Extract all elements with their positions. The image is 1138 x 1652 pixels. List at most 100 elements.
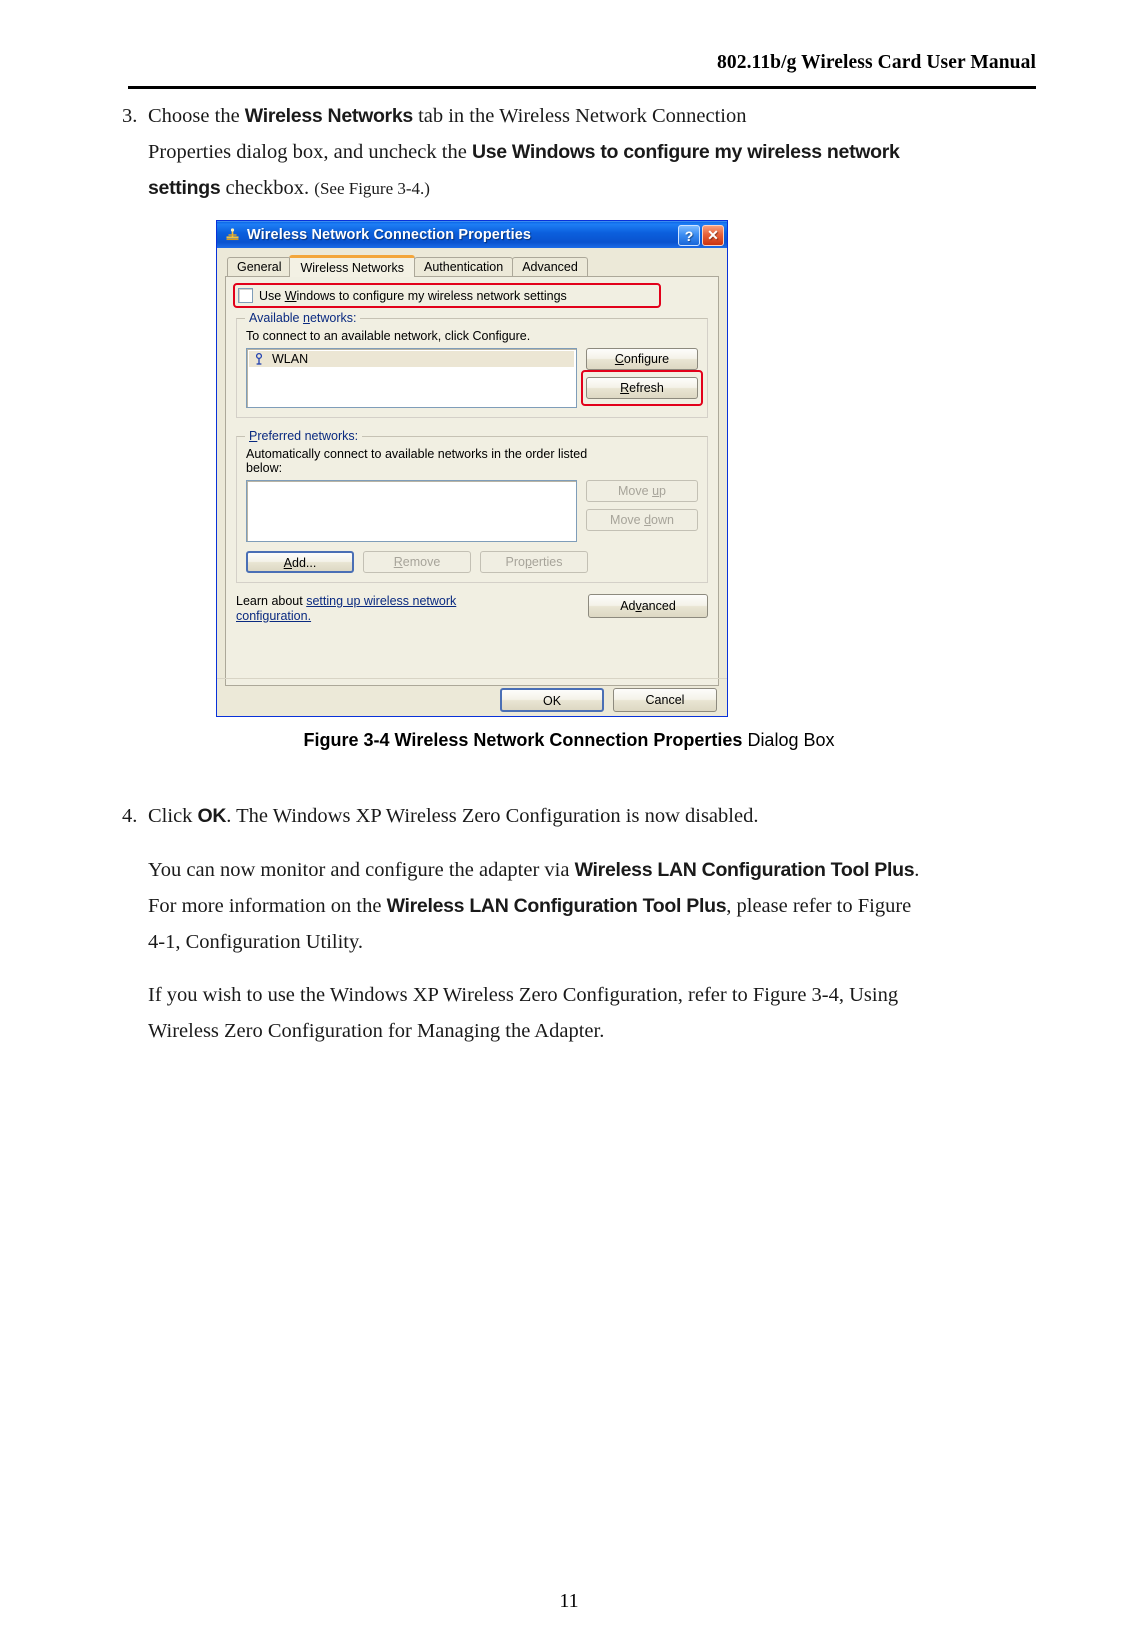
move-down-accel: d [644, 513, 652, 527]
advanced-button[interactable]: Advanced [588, 594, 708, 618]
step-4-text-b: . The Windows XP Wireless Zero Configura… [226, 805, 759, 827]
list-item[interactable]: WLAN [249, 351, 574, 367]
step-4-paragraph: 4. Click OK. The Windows XP Wireless Zero… [122, 798, 1042, 834]
move-down-label-pre: Move [610, 513, 645, 527]
preferred-networks-title: Preferred networks: [245, 429, 363, 443]
available-networks-title-pre: Available [249, 311, 303, 325]
step-4-number: 4. [122, 805, 138, 827]
move-up-label-pre: Move [618, 484, 653, 498]
available-networks-row: WLAN Configure Refresh [246, 348, 703, 408]
network-connection-icon [224, 227, 241, 244]
use-windows-checkbox[interactable] [238, 288, 253, 303]
figure-caption-bold: Figure 3-4 Wireless Network Connection P… [303, 730, 743, 750]
preferred-networks-group: Preferred networks: Automatically connec… [236, 429, 708, 583]
available-networks-buttons: Configure Refresh [581, 348, 703, 406]
step-3-emphasis-use-windows: Use Windows to configure my wireless net… [471, 141, 900, 163]
setting-up-wireless-network-link-line2[interactable]: configuration. [236, 609, 311, 623]
move-up-button[interactable]: Move up [586, 480, 698, 502]
configure-button[interactable]: Configure [586, 348, 698, 370]
step-4-text-a: Click [148, 805, 198, 827]
preferred-networks-side-buttons: Move up Move down [586, 480, 698, 531]
available-networks-title: Available networks: [245, 311, 361, 325]
move-down-button[interactable]: Move down [586, 509, 698, 531]
figure-caption: Figure 3-4 Wireless Network Connection P… [0, 730, 1138, 751]
available-networks-description: To connect to an available network, clic… [246, 329, 531, 343]
step-4-p1-l1-b: . [914, 859, 920, 881]
step-4-p2-line-1: If you wish to use the Windows XP Wirele… [148, 984, 899, 1006]
available-networks-title-post: etworks: [309, 311, 357, 325]
available-network-name: WLAN [272, 352, 309, 366]
step-3-text-b: tab in the Wireless Network Connection [412, 105, 747, 127]
setting-up-wireless-network-link[interactable]: setting up wireless network [306, 594, 456, 608]
dialog-titlebar: Wireless Network Connection Properties ?… [217, 221, 727, 248]
refresh-button-label: efresh [629, 381, 664, 395]
close-icon[interactable]: ✕ [702, 225, 724, 246]
move-up-label-post: p [659, 484, 666, 498]
step-3-text-a: Choose the [148, 105, 245, 127]
page-header-title: 802.11b/g Wireless Card User Manual [717, 52, 1036, 73]
move-up-accel: u [652, 484, 660, 498]
use-windows-checkbox-label: Use Windows to configure my wireless net… [259, 289, 567, 303]
add-button[interactable]: Add... [246, 551, 354, 573]
tab-general[interactable]: General [227, 257, 292, 276]
properties-button[interactable]: Properties [480, 551, 588, 573]
step-4-p1-l2-b: , please refer to Figure [726, 895, 912, 917]
remove-button-label: emove [402, 555, 441, 569]
step-4-p1-line-2: For more information on the Wireless LAN… [148, 888, 1068, 924]
properties-button-accel: p [524, 555, 532, 569]
preferred-networks-description-line-2: below: [246, 461, 283, 475]
tab-panel-wireless-networks: Use Windows to configure my wireless net… [225, 276, 719, 686]
use-windows-label-accel: W [284, 288, 297, 303]
dialog-footer: OK Cancel [217, 678, 727, 712]
wireless-network-connection-properties-dialog: Wireless Network Connection Properties ?… [216, 220, 728, 717]
step-4-p1-l1-a: You can now monitor and configure the ad… [148, 859, 575, 881]
step-4-p1-line-1: You can now monitor and configure the ad… [148, 852, 1068, 888]
dialog-body: General Wireless Networks Authentication… [217, 248, 727, 716]
preferred-networks-title-post: referred networks: [257, 429, 359, 443]
ok-button[interactable]: OK [500, 688, 604, 712]
step-3-line-2: Properties dialog box, and uncheck the U… [122, 134, 1042, 170]
configure-button-label: onfigure [623, 352, 670, 366]
use-windows-checkbox-row[interactable]: Use Windows to configure my wireless net… [238, 288, 708, 303]
available-networks-title-accel: n [302, 311, 310, 325]
page-number: 11 [559, 1590, 579, 1612]
preferred-networks-listbox[interactable] [246, 480, 577, 542]
move-down-label-post: own [651, 513, 674, 527]
step-4-line-1: 4. Click OK. The Windows XP Wireless Zero… [122, 798, 1042, 834]
preferred-networks-description: Automatically connect to available netwo… [246, 447, 698, 475]
available-networks-listbox[interactable]: WLAN [246, 348, 577, 408]
step-4-emphasis-tool-plus-1: Wireless LAN Configuration Tool Plus [574, 859, 915, 881]
refresh-button[interactable]: Refresh [586, 377, 698, 399]
configure-button-accel: C [614, 352, 624, 366]
tab-advanced[interactable]: Advanced [512, 257, 588, 276]
tab-strip: General Wireless Networks Authentication… [227, 254, 719, 277]
advanced-button-pre: Ad [620, 599, 636, 613]
step-4-p1-l2-a: For more information on the [148, 895, 387, 917]
tab-wireless-networks[interactable]: Wireless Networks [289, 255, 415, 277]
add-button-accel: A [283, 556, 292, 570]
preferred-networks-row: Move up Move down [246, 480, 698, 542]
figure-caption-rest: Dialog Box [742, 730, 835, 750]
remove-button[interactable]: Remove [363, 551, 471, 573]
step-4-emphasis-tool-plus-2: Wireless LAN Configuration Tool Plus [386, 895, 727, 917]
tab-authentication[interactable]: Authentication [413, 257, 514, 276]
step-4-emphasis-ok: OK [197, 805, 227, 827]
document-page: 802.11b/g Wireless Card User Manual 3. Ch… [0, 0, 1138, 1652]
step-4-body-paragraph-2: If you wish to use the Windows XP Wirele… [122, 977, 1068, 1049]
refresh-button-accel: R [620, 381, 630, 395]
step-3-emphasis-wireless-networks: Wireless Networks [244, 105, 413, 127]
step-4-p2-line-2: Wireless Zero Configuration for Managing… [148, 1020, 605, 1042]
properties-button-post: erties [531, 555, 563, 569]
wireless-signal-icon [252, 352, 266, 366]
titlebar-button-group: ? ✕ [678, 225, 724, 246]
dialog-title-text: Wireless Network Connection Properties [247, 227, 532, 243]
available-networks-group: Available networks: To connect to an ava… [236, 311, 708, 418]
help-button[interactable]: ? [678, 225, 700, 246]
header-divider [128, 86, 1036, 89]
learn-about-row: Learn about setting up wireless network c… [236, 594, 708, 624]
step-3-line-1: 3. Choose the Wireless Networks tab in th… [122, 98, 1042, 134]
cancel-button[interactable]: Cancel [613, 688, 717, 712]
use-windows-label-post: indows to configure my wireless network … [296, 288, 567, 303]
step-3-line-3: settings checkbox. (See Figure 3-4.) [122, 170, 1042, 207]
properties-button-pre: Pro [505, 555, 525, 569]
